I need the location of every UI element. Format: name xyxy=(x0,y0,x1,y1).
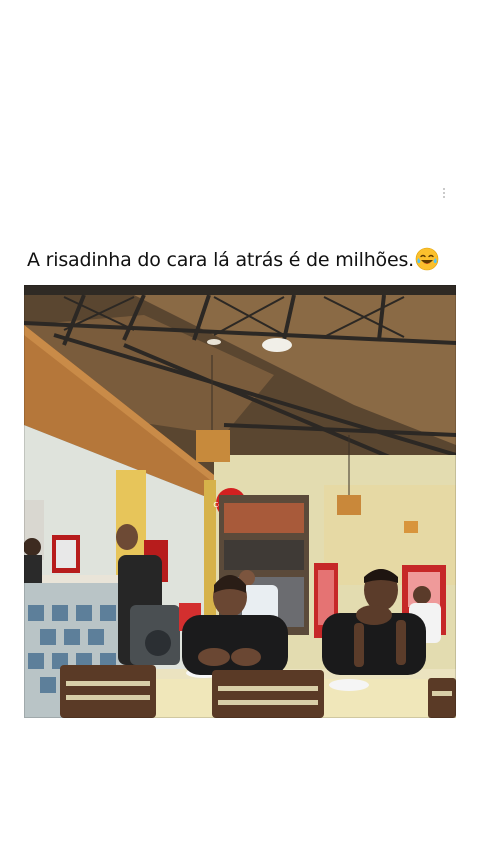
video-player[interactable]: Coca-Cola xyxy=(24,285,456,718)
laughing-tears-emoji-icon xyxy=(415,247,439,271)
dot xyxy=(443,192,445,194)
restaurant-scene: Coca-Cola xyxy=(24,285,456,718)
vertical-dots-icon xyxy=(443,188,445,190)
dot xyxy=(443,196,445,198)
post-caption: A risadinha do cara lá atrás é de milhõe… xyxy=(27,246,467,274)
post-page: A risadinha do cara lá atrás é de milhõe… xyxy=(0,0,480,854)
more-options-button[interactable] xyxy=(436,183,452,203)
caption-text: A risadinha do cara lá atrás é de milhõe… xyxy=(27,249,415,271)
